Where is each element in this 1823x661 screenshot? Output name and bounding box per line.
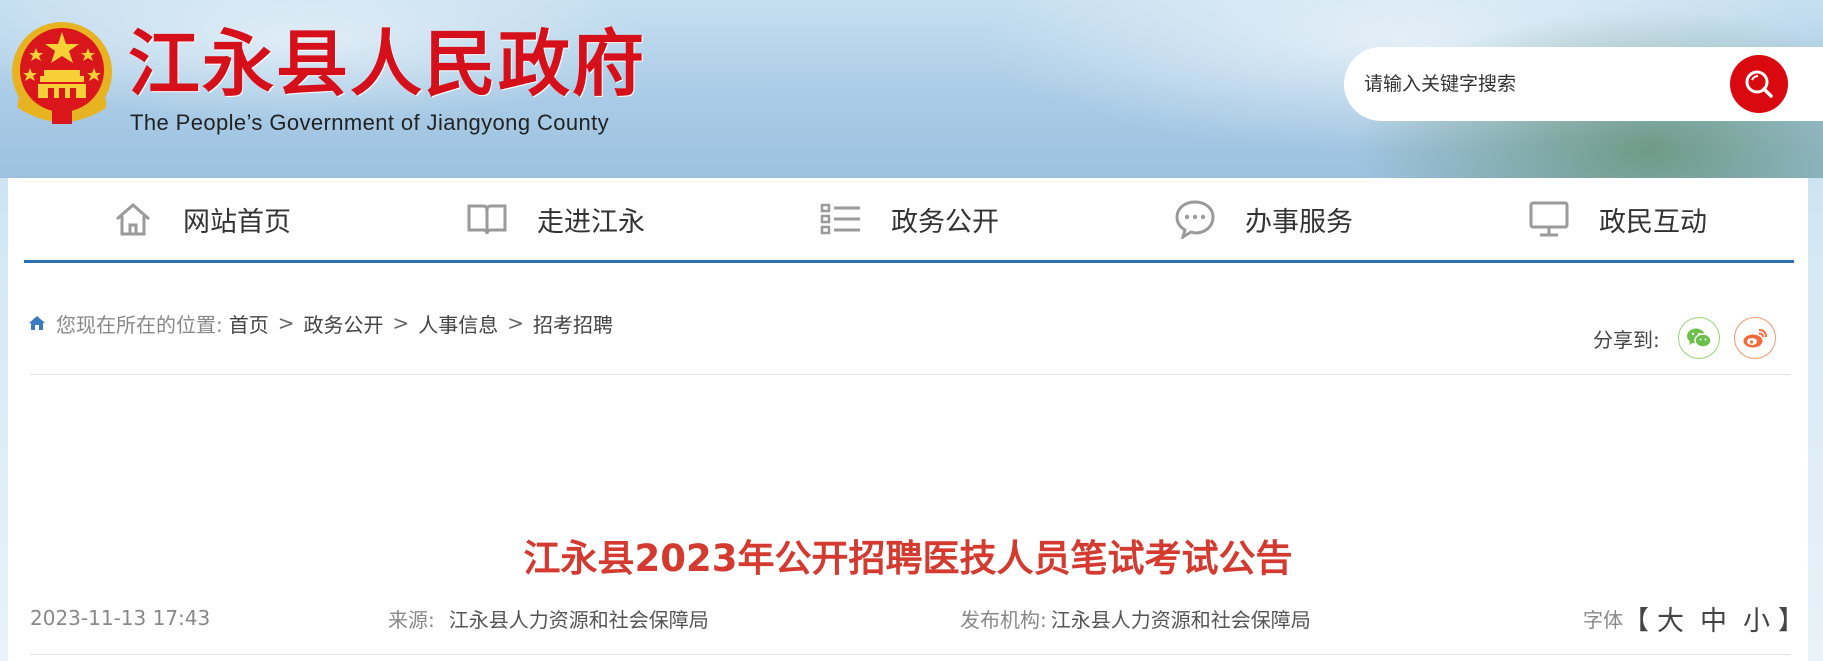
search-button[interactable] — [1730, 55, 1788, 113]
share-bar: 分享到: — [1593, 316, 1776, 360]
site-header: 江永县人民政府 The People’s Government of Jiang… — [0, 0, 1823, 178]
search-box — [1344, 47, 1823, 121]
nav-label: 政务公开 — [891, 206, 999, 238]
font-size-large-button[interactable]: 大 — [1657, 599, 1684, 638]
font-label: 字体 — [1583, 607, 1623, 632]
source-label: 来源: — [388, 607, 435, 632]
article-publisher: 发布机构: 江永县人力资源和社会保障局 — [960, 603, 1311, 633]
main-nav: 网站首页 走进江永 政务公开 办事服务 政民互动 — [24, 178, 1794, 263]
article-title: 江永县2023年公开招聘医技人员笔试考试公告 — [523, 537, 1293, 580]
breadcrumb-separator: > — [392, 311, 410, 335]
bracket-right: 】 — [1778, 605, 1805, 636]
list-icon — [819, 199, 863, 239]
weibo-icon — [1743, 329, 1767, 348]
publish-date: 2023-11-13 17:43 — [30, 606, 211, 630]
breadcrumb-link-recruitment[interactable]: 招考招聘 — [533, 309, 613, 338]
breadcrumb-link-gov-affairs[interactable]: 政务公开 — [304, 309, 384, 338]
nav-item-interaction[interactable]: 政民互动 — [1440, 178, 1794, 260]
breadcrumb-link-home[interactable]: 首页 — [229, 309, 269, 338]
source-value: 江永县人力资源和社会保障局 — [448, 607, 709, 632]
home-icon — [111, 199, 155, 239]
article-date: 2023-11-13 17:43 — [30, 603, 210, 633]
nav-label: 网站首页 — [183, 206, 291, 238]
org-label: 发布机构: — [960, 607, 1047, 632]
breadcrumb: 您现在所在的位置: 首页 > 政务公开 > 人事信息 > 招考招聘 — [28, 308, 613, 338]
home-icon — [28, 315, 46, 331]
divider — [30, 374, 1790, 375]
nav-item-home[interactable]: 网站首页 — [24, 178, 378, 260]
content-panel: 网站首页 走进江永 政务公开 办事服务 政民互动 您现在所在的位置: 首页 > … — [8, 178, 1808, 661]
nav-label: 办事服务 — [1245, 206, 1353, 238]
site-subtitle: The People’s Government of Jiangyong Cou… — [130, 110, 610, 135]
monitor-icon — [1527, 199, 1571, 239]
search-input[interactable] — [1364, 64, 1744, 104]
share-wechat-button[interactable] — [1677, 317, 1720, 359]
font-size-medium-button[interactable]: 中 — [1700, 599, 1727, 638]
divider — [30, 654, 1790, 655]
font-size-control: 字体 【 大 中 小 】 — [1583, 603, 1804, 637]
book-icon — [465, 199, 509, 239]
breadcrumb-link-personnel[interactable]: 人事信息 — [418, 309, 498, 338]
breadcrumb-separator: > — [507, 311, 525, 335]
share-label: 分享到: — [1593, 327, 1660, 352]
font-size-small-button[interactable]: 小 — [1743, 599, 1770, 638]
nav-label: 政民互动 — [1599, 206, 1707, 238]
search-icon — [1745, 70, 1773, 98]
breadcrumb-separator: > — [277, 311, 295, 335]
bracket-left: 【 — [1623, 605, 1650, 636]
article-source: 来源: 江永县人力资源和社会保障局 — [388, 603, 709, 633]
chat-icon — [1173, 199, 1217, 239]
nav-item-gov-affairs[interactable]: 政务公开 — [732, 178, 1086, 260]
share-weibo-button[interactable] — [1733, 317, 1776, 359]
org-value: 江永县人力资源和社会保障局 — [1050, 607, 1311, 632]
breadcrumb-prefix: 您现在所在的位置: — [56, 312, 223, 337]
national-emblem-icon — [8, 18, 116, 130]
nav-item-about[interactable]: 走进江永 — [378, 178, 732, 260]
nav-label: 走进江永 — [537, 206, 645, 238]
wechat-icon — [1686, 328, 1712, 348]
nav-item-services[interactable]: 办事服务 — [1086, 178, 1440, 260]
site-title: 江永县人民政府 — [128, 22, 647, 106]
